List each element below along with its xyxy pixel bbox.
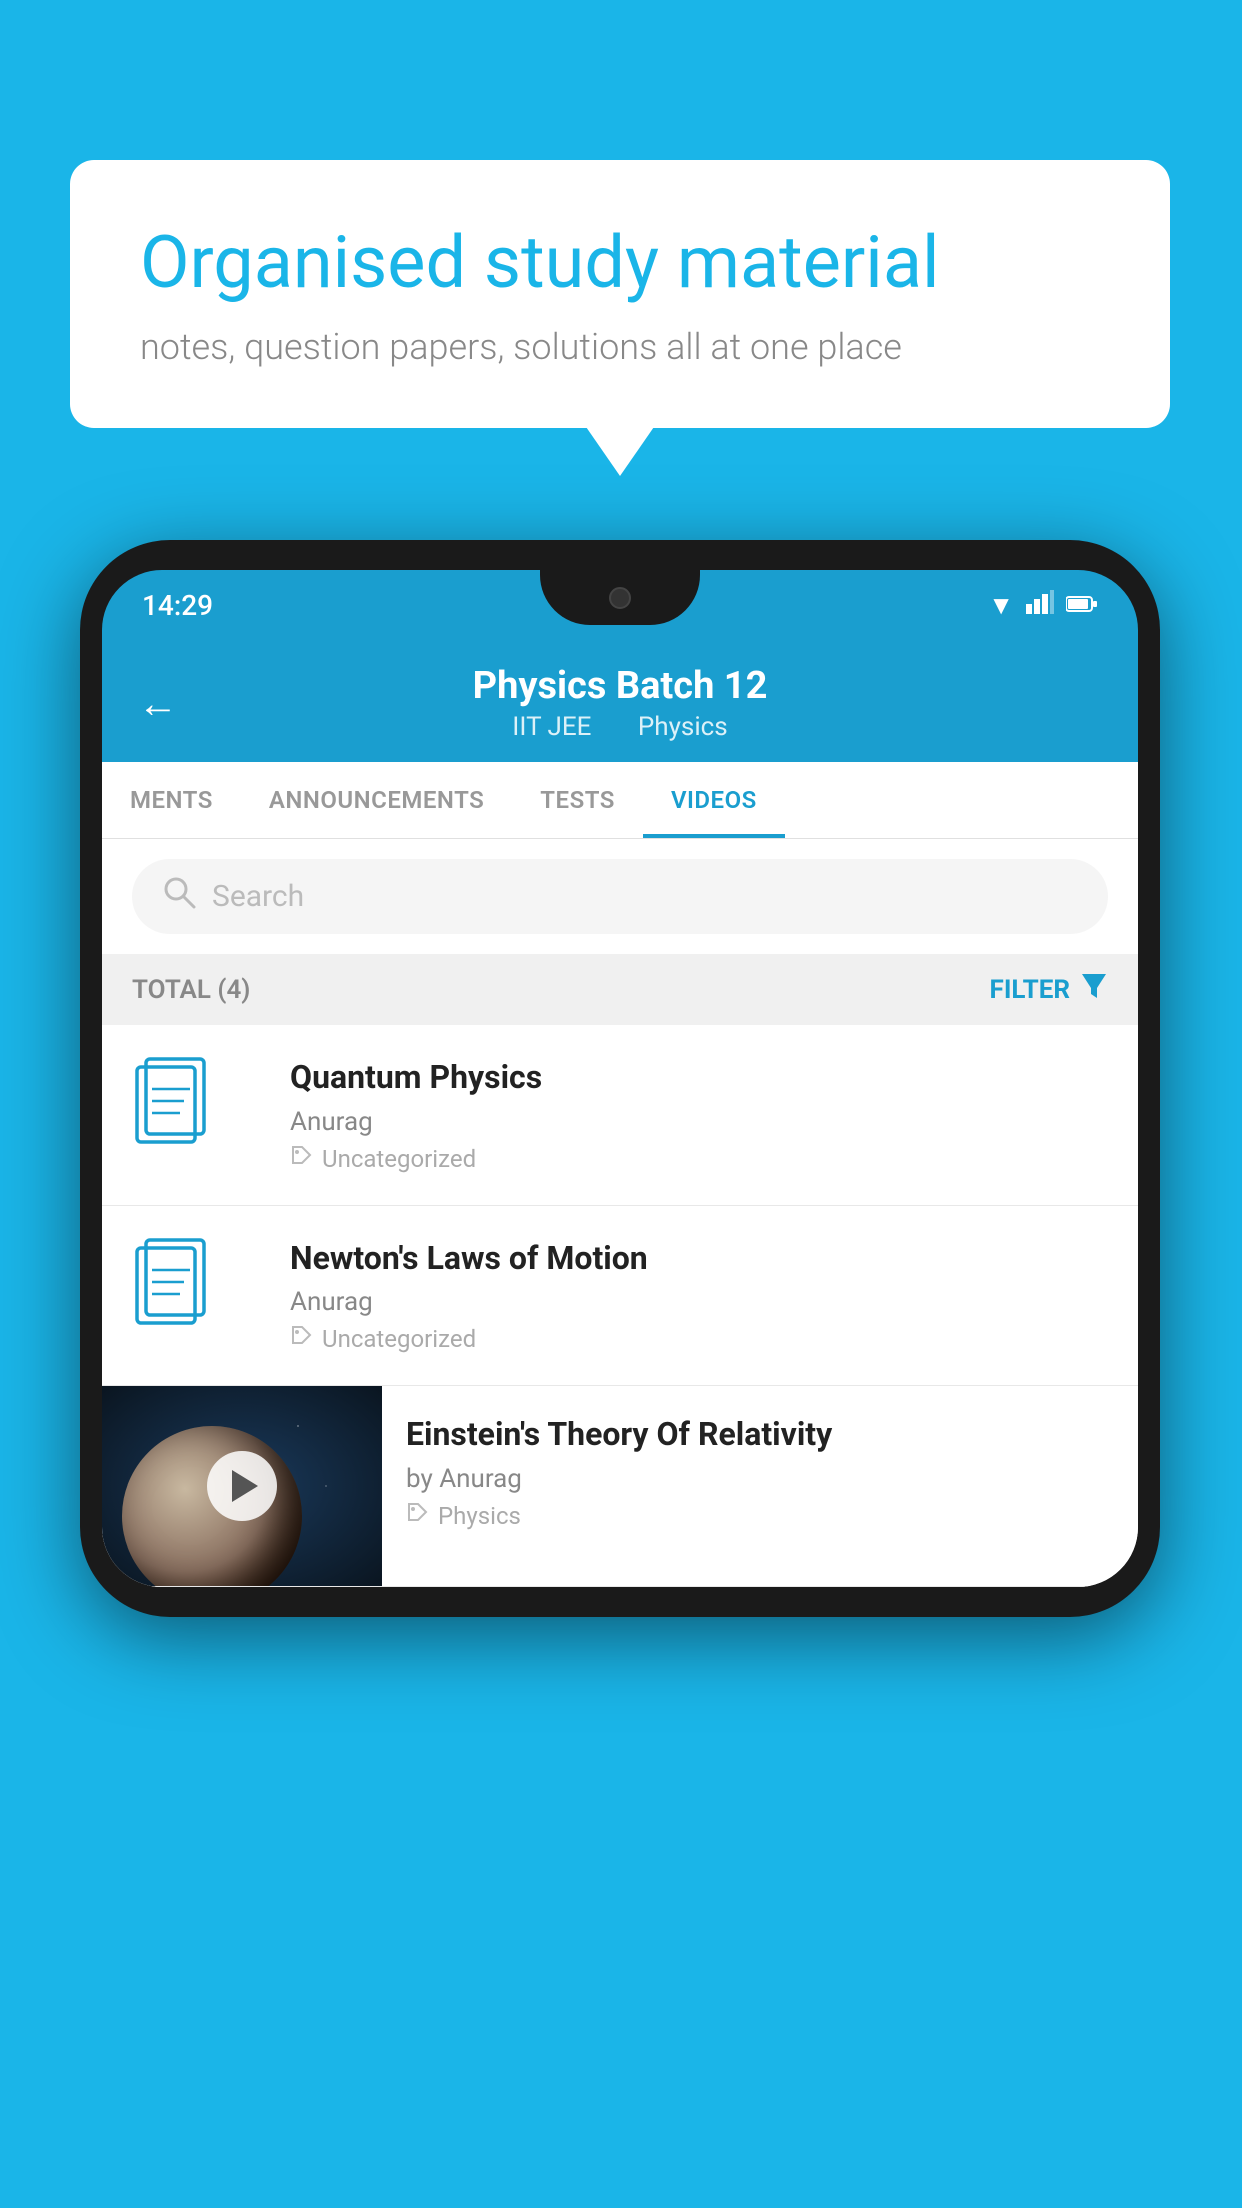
play-triangle-icon: [232, 1470, 258, 1502]
speech-bubble-container: Organised study material notes, question…: [70, 160, 1170, 428]
tabs-container: MENTS ANNOUNCEMENTS TESTS VIDEOS: [102, 762, 1138, 839]
tab-videos[interactable]: VIDEOS: [643, 762, 785, 838]
newton-info: Newton's Laws of Motion Anurag Uncategor…: [290, 1238, 1108, 1354]
header-subtitle2: Physics: [638, 712, 728, 742]
phone-wrapper: 14:29 ▼: [80, 540, 1160, 1617]
camera-dot: [609, 587, 631, 609]
header-center: Physics Batch 12 IIT JEE Physics: [473, 664, 768, 742]
bubble-subtitle: notes, question papers, solutions all at…: [140, 326, 1100, 368]
status-icons: ▼: [988, 590, 1098, 621]
quantum-author: Anurag: [290, 1107, 1108, 1137]
wifi-icon: ▼: [988, 590, 1014, 621]
phone-screen: ← Physics Batch 12 IIT JEE Physics MENTS…: [102, 640, 1138, 1587]
bubble-title: Organised study material: [140, 220, 1100, 306]
video-item-quantum[interactable]: Quantum Physics Anurag Uncategorized: [102, 1025, 1138, 1206]
einstein-info: Einstein's Theory Of Relativity by Anura…: [382, 1386, 1138, 1558]
search-placeholder: Search: [212, 879, 304, 914]
back-button[interactable]: ←: [138, 680, 178, 727]
einstein-title: Einstein's Theory Of Relativity: [406, 1414, 1114, 1456]
battery-icon: [1066, 590, 1098, 620]
play-button[interactable]: [207, 1451, 277, 1521]
quantum-tag-text: Uncategorized: [322, 1145, 476, 1173]
signal-icon: [1026, 590, 1054, 621]
search-bar[interactable]: Search: [132, 859, 1108, 934]
phone-outer: 14:29 ▼: [80, 540, 1160, 1617]
total-label: TOTAL (4): [132, 975, 250, 1005]
header-subtitle: IIT JEE Physics: [473, 712, 768, 742]
status-time: 14:29: [142, 589, 213, 622]
search-bar-wrapper: Search: [102, 839, 1138, 954]
tag-icon: [290, 1145, 312, 1173]
newton-title: Newton's Laws of Motion: [290, 1238, 1108, 1280]
quantum-tag: Uncategorized: [290, 1145, 1108, 1173]
app-header: ← Physics Batch 12 IIT JEE Physics: [102, 640, 1138, 762]
tab-ments[interactable]: MENTS: [102, 762, 241, 838]
header-title: Physics Batch 12: [473, 664, 768, 708]
quantum-info: Quantum Physics Anurag Uncategorized: [290, 1057, 1108, 1173]
newton-icon: [132, 1238, 262, 1342]
einstein-tag-text: Physics: [438, 1502, 521, 1530]
tag-icon-newton: [290, 1325, 312, 1353]
einstein-author: by Anurag: [406, 1464, 1114, 1494]
quantum-title: Quantum Physics: [290, 1057, 1108, 1099]
newton-author: Anurag: [290, 1287, 1108, 1317]
tag-icon-einstein: [406, 1502, 428, 1530]
speech-bubble: Organised study material notes, question…: [70, 160, 1170, 428]
phone-notch: [540, 570, 700, 625]
header-subtitle1: IIT JEE: [512, 712, 591, 742]
newton-tag-text: Uncategorized: [322, 1325, 476, 1353]
tab-announcements[interactable]: ANNOUNCEMENTS: [241, 762, 512, 838]
video-item-newton[interactable]: Newton's Laws of Motion Anurag Uncategor…: [102, 1206, 1138, 1387]
video-list: Quantum Physics Anurag Uncategorized: [102, 1025, 1138, 1587]
filter-button[interactable]: FILTER: [990, 972, 1108, 1007]
status-bar: 14:29 ▼: [102, 570, 1138, 640]
filter-label: FILTER: [990, 975, 1070, 1005]
filter-bar: TOTAL (4) FILTER: [102, 954, 1138, 1025]
video-item-einstein[interactable]: Einstein's Theory Of Relativity by Anura…: [102, 1386, 1138, 1587]
search-icon: [162, 875, 196, 918]
newton-tag: Uncategorized: [290, 1325, 1108, 1353]
filter-funnel-icon: [1080, 972, 1108, 1007]
tab-tests[interactable]: TESTS: [512, 762, 643, 838]
quantum-icon: [132, 1057, 262, 1161]
einstein-tag: Physics: [406, 1502, 1114, 1530]
einstein-thumbnail: [102, 1386, 382, 1586]
